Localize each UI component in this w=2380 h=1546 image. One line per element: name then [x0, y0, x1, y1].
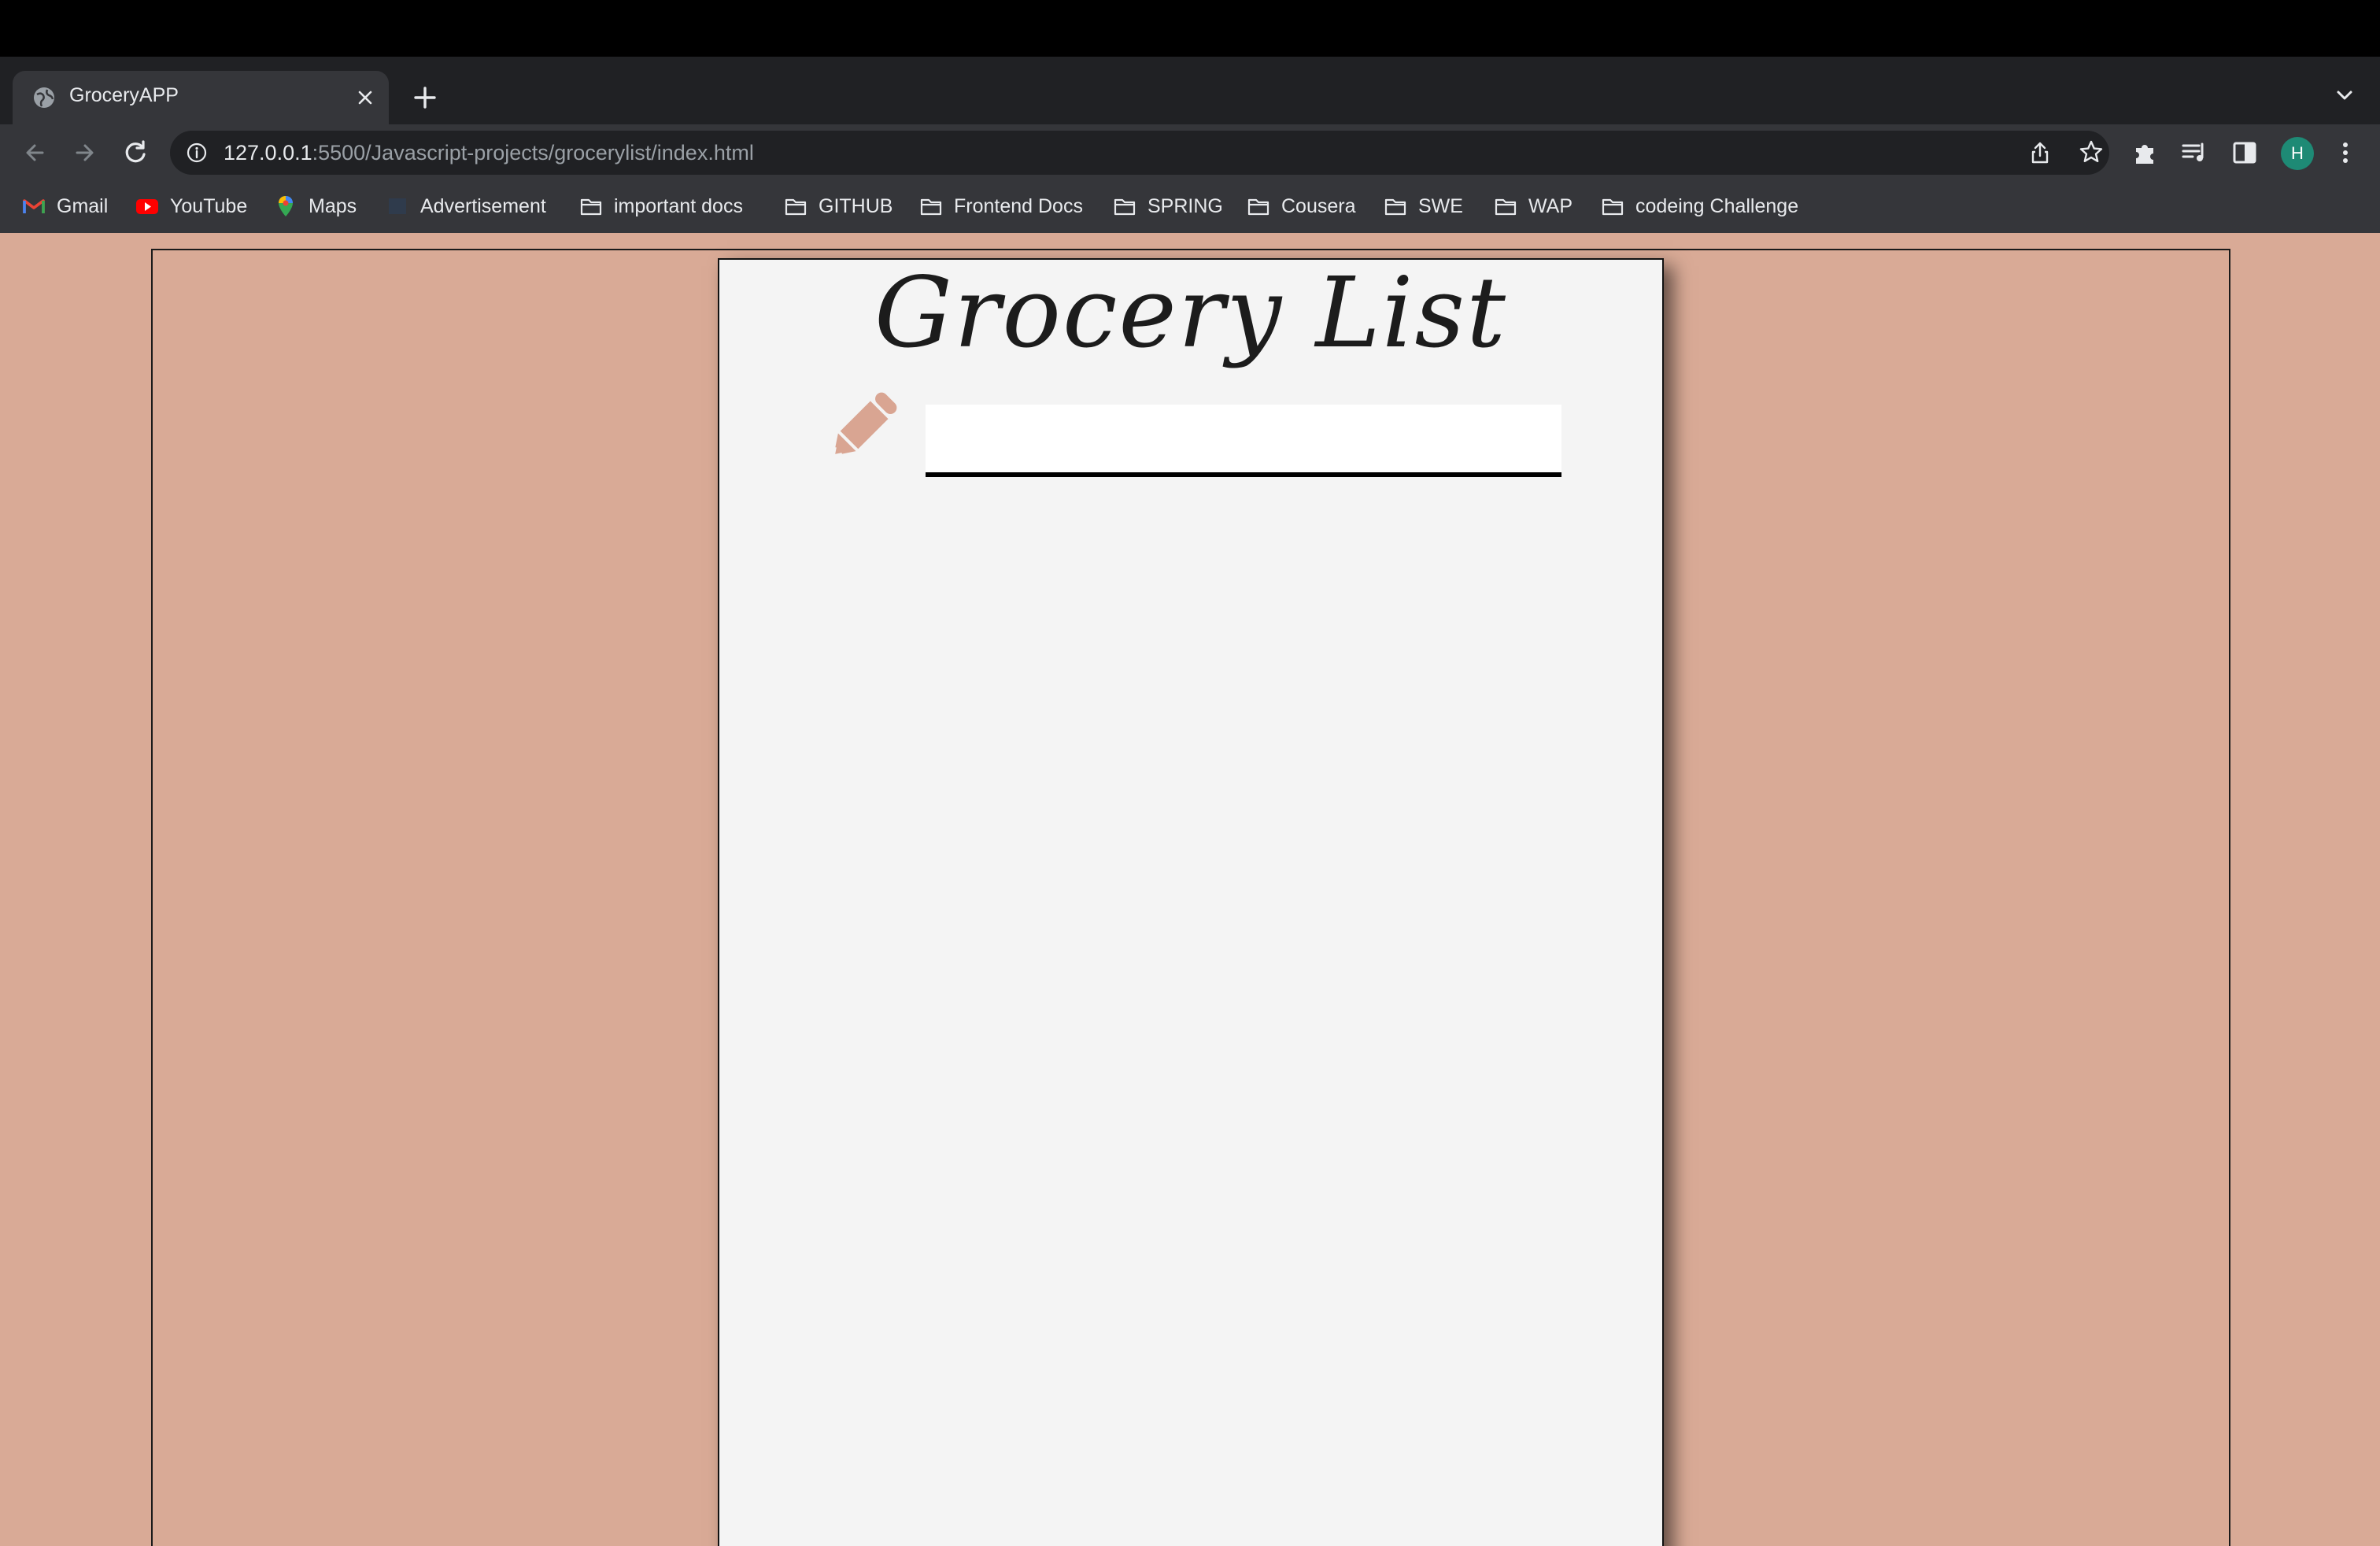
bookmark-label: important docs: [614, 194, 743, 217]
folder-icon: [1495, 198, 1517, 216]
pencil-icon: [832, 392, 897, 457]
bookmark-label: Maps: [309, 194, 357, 217]
url-path: :5500/Javascript-projects/grocerylist/in…: [312, 141, 754, 165]
bookmark-folder-wap[interactable]: WAP: [1494, 190, 1572, 222]
chevron-down-icon[interactable]: [2331, 82, 2358, 109]
bookmark-label: GITHUB: [819, 194, 893, 217]
bookmark-youtube[interactable]: YouTube: [135, 190, 247, 222]
bookmark-folder-important-docs[interactable]: important docs: [579, 190, 743, 222]
page-title: Grocery List: [874, 257, 1508, 370]
folder-icon: [1602, 198, 1624, 216]
maps-icon: [279, 196, 293, 216]
forward-arrow-icon[interactable]: [69, 137, 101, 168]
page-viewport: Grocery List: [0, 233, 2380, 1546]
bookmark-label: Gmail: [57, 194, 109, 217]
folder-icon: [1114, 198, 1136, 216]
globe-icon: [34, 87, 54, 108]
bookmark-folder-spring[interactable]: SPRING: [1113, 190, 1223, 222]
tab-groceryapp[interactable]: GroceryAPP: [13, 71, 389, 124]
folder-icon: [1247, 198, 1269, 216]
folder-icon: [920, 198, 942, 216]
url-host: 127.0.0.1: [224, 141, 312, 165]
close-icon[interactable]: [353, 85, 378, 110]
grocery-list-paper: Grocery List: [718, 257, 1664, 1546]
bookmark-folder-frontend-docs[interactable]: Frontend Docs: [919, 190, 1083, 222]
reload-icon[interactable]: [120, 137, 151, 168]
bookmark-folder-github[interactable]: GITHUB: [784, 190, 893, 222]
share-icon[interactable]: [2027, 140, 2053, 165]
folder-icon: [1384, 198, 1406, 216]
tab-strip: GroceryAPP: [0, 57, 2380, 124]
tab-title: GroceryAPP: [69, 84, 179, 106]
bookmark-label: Advertisement: [420, 194, 546, 217]
folder-icon: [580, 198, 602, 216]
bookmark-label: YouTube: [170, 194, 248, 217]
kebab-menu-icon[interactable]: [2330, 137, 2361, 168]
side-panel-icon[interactable]: [2229, 137, 2260, 168]
bookmark-gmail[interactable]: Gmail: [22, 190, 108, 222]
bookmark-folder-codeing-challenge[interactable]: codeing Challenge: [1601, 190, 1798, 222]
bookmark-maps[interactable]: Maps: [274, 190, 357, 222]
extensions-puzzle-icon[interactable]: [2130, 137, 2161, 168]
bookmark-label: Frontend Docs: [954, 194, 1083, 217]
url-text: 127.0.0.1:5500/Javascript-projects/groce…: [224, 141, 754, 165]
top-bar: [0, 0, 2380, 57]
back-arrow-icon[interactable]: [19, 137, 50, 168]
bookmark-label: SPRING: [1148, 194, 1223, 217]
bookmark-folder-swe[interactable]: SWE: [1384, 190, 1463, 222]
media-queue-icon[interactable]: [2179, 137, 2210, 168]
grocery-item-input[interactable]: [926, 405, 1561, 477]
gmail-icon: [23, 199, 45, 213]
toolbar: 127.0.0.1:5500/Javascript-projects/groce…: [0, 124, 2380, 179]
bookmarks-bar: Gmail YouTube Maps Advertisement importa…: [0, 179, 2380, 234]
page-icon: [389, 198, 406, 214]
bookmark-advertisement[interactable]: Advertisement: [386, 190, 546, 222]
profile-avatar[interactable]: H: [2281, 137, 2314, 170]
new-tab-icon[interactable]: [409, 82, 441, 113]
bookmark-label: Cousera: [1281, 194, 1356, 217]
bookmark-label: WAP: [1528, 194, 1573, 217]
youtube-icon: [136, 199, 158, 214]
bookmark-folder-cousera[interactable]: Cousera: [1247, 190, 1356, 222]
bookmark-label: codeing Challenge: [1635, 194, 1799, 217]
info-icon[interactable]: [186, 142, 208, 164]
screen: GroceryAPP 127.0.0.1:5500/Javascript-pro…: [0, 0, 2380, 1546]
bookmark-star-icon[interactable]: [2078, 139, 2105, 165]
bookmark-label: SWE: [1418, 194, 1463, 217]
address-bar[interactable]: 127.0.0.1:5500/Javascript-projects/groce…: [170, 131, 2109, 175]
folder-icon: [785, 198, 807, 216]
